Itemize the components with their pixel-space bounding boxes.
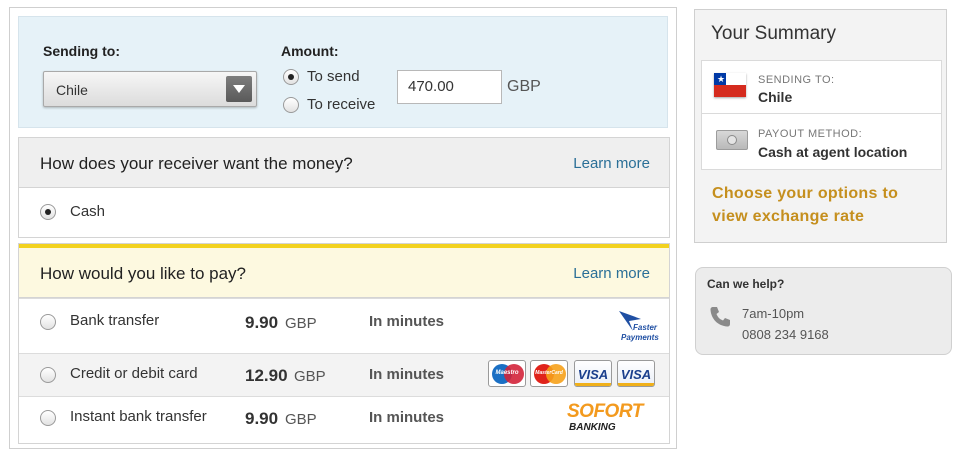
transfer-speed: In minutes (369, 366, 445, 383)
send-options-panel: Sending to: Chile Amount: To send To rec… (18, 16, 668, 128)
to-receive-radio[interactable] (283, 97, 299, 113)
payment-method-header: How would you like to pay? Learn more (19, 244, 669, 298)
to-receive-label: To receive (307, 96, 376, 113)
receive-method-header: How does your receiver want the money? L… (19, 138, 669, 188)
bank-transfer-radio[interactable] (40, 314, 56, 330)
faster-payments-logo: Faster Payments (615, 311, 665, 345)
instant-bank-transfer-radio[interactable] (40, 410, 56, 426)
fee-currency: GBP (294, 368, 326, 385)
receive-learn-more-link[interactable]: Learn more (573, 155, 650, 172)
sending-to-summary-value: Chile (758, 89, 793, 105)
receive-option-cash[interactable]: Cash (19, 188, 669, 237)
maestro-logo-text: Maestro (495, 370, 519, 376)
fee-amount: 12.90 (245, 366, 288, 385)
payout-method-value: Cash at agent location (758, 144, 908, 160)
fee-currency: GBP (285, 315, 317, 332)
visa-debit-logo-text: VISA (620, 367, 652, 382)
pay-option-card[interactable]: Credit or debit card 12.90 GBP In minute… (19, 353, 669, 396)
amount-currency: GBP (507, 78, 541, 95)
amount-label: Amount: (281, 43, 339, 59)
sofort-logo-text: SOFORT (567, 401, 643, 422)
transfer-speed: In minutes (369, 313, 445, 330)
chevron-down-icon[interactable] (226, 76, 252, 102)
visa-logo: VISA (574, 360, 612, 387)
country-select[interactable]: Chile (43, 71, 257, 107)
mastercard-logo-text: MasterCard (535, 370, 563, 376)
card-radio[interactable] (40, 367, 56, 383)
cash-icon (716, 130, 748, 150)
pay-option-bank-transfer[interactable]: Bank transfer 9.90 GBP In minutes Faster… (19, 298, 669, 353)
payments-logo-text: Payments (621, 333, 659, 342)
exchange-rate-prompt: Choose your options to view exchange rat… (712, 185, 899, 225)
help-phone[interactable]: 0808 234 9168 (742, 327, 829, 342)
pay-option-label: Bank transfer (70, 312, 160, 329)
banking-logo-text: BANKING (569, 422, 616, 433)
receive-method-title: How does your receiver want the money? (40, 154, 353, 173)
country-select-value: Chile (56, 82, 88, 98)
to-send-label: To send (307, 68, 360, 85)
visa-debit-logo: VISA (617, 360, 655, 387)
visa-logo-text: VISA (577, 367, 609, 382)
receive-method-section: How does your receiver want the money? L… (18, 137, 670, 238)
sending-to-summary-label: SENDING TO: (758, 74, 835, 86)
pay-option-instant-bank-transfer[interactable]: Instant bank transfer 9.90 GBP In minute… (19, 396, 669, 443)
pay-option-label: Credit or debit card (70, 365, 198, 382)
amount-input[interactable]: 470.00 (397, 70, 502, 104)
to-send-radio[interactable] (283, 69, 299, 85)
mastercard-logo: MasterCard (530, 360, 568, 387)
fee-amount: 9.90 (245, 313, 279, 332)
transfer-form: Sending to: Chile Amount: To send To rec… (9, 7, 677, 449)
sofort-logo: SOFORT BANKING (567, 401, 663, 437)
maestro-logo: Maestro (488, 360, 526, 387)
phone-icon (710, 307, 730, 327)
summary-title: Your Summary (711, 23, 836, 44)
faster-logo-text: Faster (633, 323, 658, 332)
help-hours: 7am-10pm (742, 306, 805, 321)
payment-method-section: How would you like to pay? Learn more Ba… (18, 243, 670, 444)
summary-panel: Your Summary ★ SENDING TO: Chile PAYOUT … (694, 9, 947, 243)
payout-method-label: PAYOUT METHOD: (758, 128, 863, 140)
summary-payout-method: PAYOUT METHOD: Cash at agent location (701, 114, 942, 170)
sending-to-label: Sending to: (43, 43, 120, 59)
help-box: Can we help? 7am-10pm 0808 234 9168 (695, 267, 952, 355)
payment-learn-more-link[interactable]: Learn more (573, 265, 650, 282)
fee-amount: 9.90 (245, 409, 279, 428)
cash-label: Cash (70, 203, 106, 220)
transfer-speed: In minutes (369, 409, 445, 426)
chile-flag-icon: ★ (714, 73, 746, 97)
fee-currency: GBP (285, 411, 317, 428)
help-title: Can we help? (707, 277, 785, 291)
cash-radio[interactable] (40, 204, 56, 220)
payment-method-title: How would you like to pay? (40, 264, 247, 283)
pay-option-label: Instant bank transfer (70, 408, 207, 425)
summary-sending-to: ★ SENDING TO: Chile (701, 60, 942, 114)
